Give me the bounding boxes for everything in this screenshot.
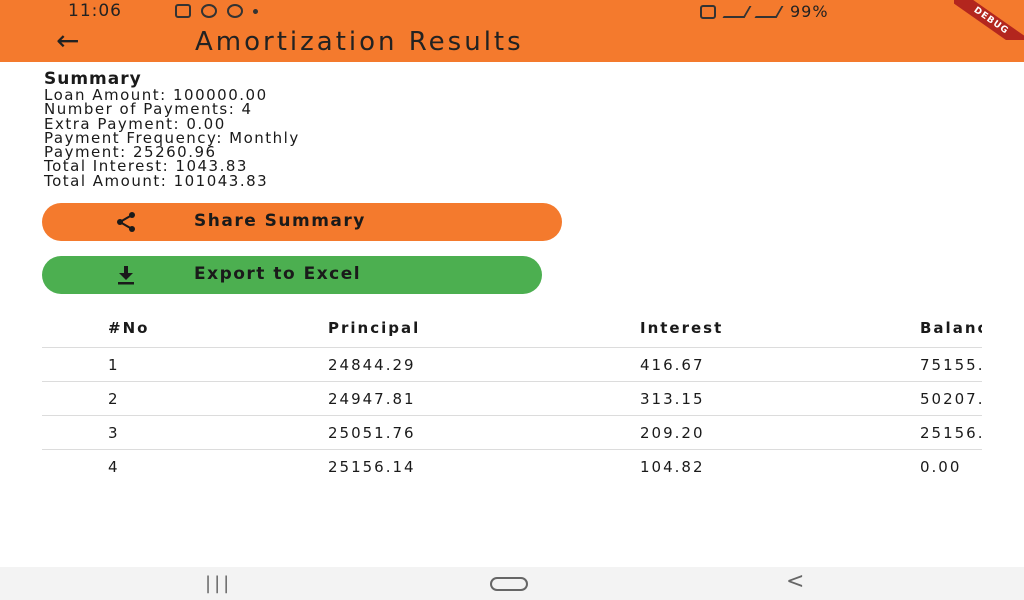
export-to-excel-button[interactable]: Export to Excel <box>42 256 542 294</box>
notification-icons <box>175 4 258 18</box>
share-summary-button[interactable]: Share Summary <box>42 203 562 241</box>
export-to-excel-label: Export to Excel <box>194 264 362 284</box>
cell-balance: 50207.90 <box>920 390 982 408</box>
gallery-icon <box>175 4 191 18</box>
sim-icon <box>700 4 716 19</box>
status-time: 11:06 <box>68 1 122 21</box>
amortization-table[interactable]: #No Principal Interest Balance 1 24844.2… <box>42 310 982 484</box>
more-notifications-icon <box>253 8 258 14</box>
debug-banner: DEBUG <box>954 0 1024 40</box>
table-header: #No Principal Interest Balance <box>42 310 982 348</box>
back-arrow-icon[interactable]: ← <box>56 26 79 56</box>
cell-interest: 104.82 <box>640 458 705 476</box>
cell-no: 1 <box>108 356 120 374</box>
table-row: 2 24947.81 313.15 50207.90 <box>42 382 982 416</box>
signal-icon-2 <box>754 5 784 18</box>
page-title: Amortization Results <box>195 27 524 57</box>
share-icon <box>117 212 135 232</box>
header-principal: Principal <box>328 319 421 337</box>
recent-apps-icon[interactable]: ||| <box>205 573 232 594</box>
cell-balance: 75155.71 <box>920 356 982 374</box>
system-nav-bar: ||| < <box>0 567 1024 600</box>
header-balance: Balance <box>920 319 982 337</box>
cell-no: 4 <box>108 458 120 476</box>
summary-total-amount: Total Amount: 101043.83 <box>44 171 269 190</box>
cell-no: 2 <box>108 390 120 408</box>
status-bar: 11:06 99% <box>0 0 1024 24</box>
cell-principal: 25156.14 <box>328 458 416 476</box>
download-icon <box>118 266 134 285</box>
facebook-icon <box>227 4 243 18</box>
header-no: #No <box>108 319 150 337</box>
cell-interest: 313.15 <box>640 390 705 408</box>
cell-balance: 25156.14 <box>920 424 982 442</box>
cell-interest: 416.67 <box>640 356 705 374</box>
cell-balance: 0.00 <box>920 458 962 476</box>
header-interest: Interest <box>640 319 724 337</box>
app-bar: ← Amortization Results <box>0 24 1024 62</box>
cell-no: 3 <box>108 424 120 442</box>
home-icon[interactable] <box>490 577 528 591</box>
cell-principal: 24844.29 <box>328 356 416 374</box>
table-row: 1 24844.29 416.67 75155.71 <box>42 348 982 382</box>
cell-interest: 209.20 <box>640 424 705 442</box>
table-row: 4 25156.14 104.82 0.00 <box>42 450 982 484</box>
cell-principal: 24947.81 <box>328 390 416 408</box>
back-icon[interactable]: < <box>786 569 804 594</box>
whatsapp-icon <box>201 4 217 18</box>
cell-principal: 25051.76 <box>328 424 416 442</box>
share-summary-label: Share Summary <box>194 211 366 231</box>
table-row: 3 25051.76 209.20 25156.14 <box>42 416 982 450</box>
system-icons: 99% <box>700 2 829 21</box>
summary-section: Summary Loan Amount: 100000.00 Number of… <box>44 70 300 188</box>
debug-banner-container: DEBUG <box>954 0 1024 40</box>
signal-icon <box>722 5 752 18</box>
battery-level: 99% <box>790 2 829 21</box>
